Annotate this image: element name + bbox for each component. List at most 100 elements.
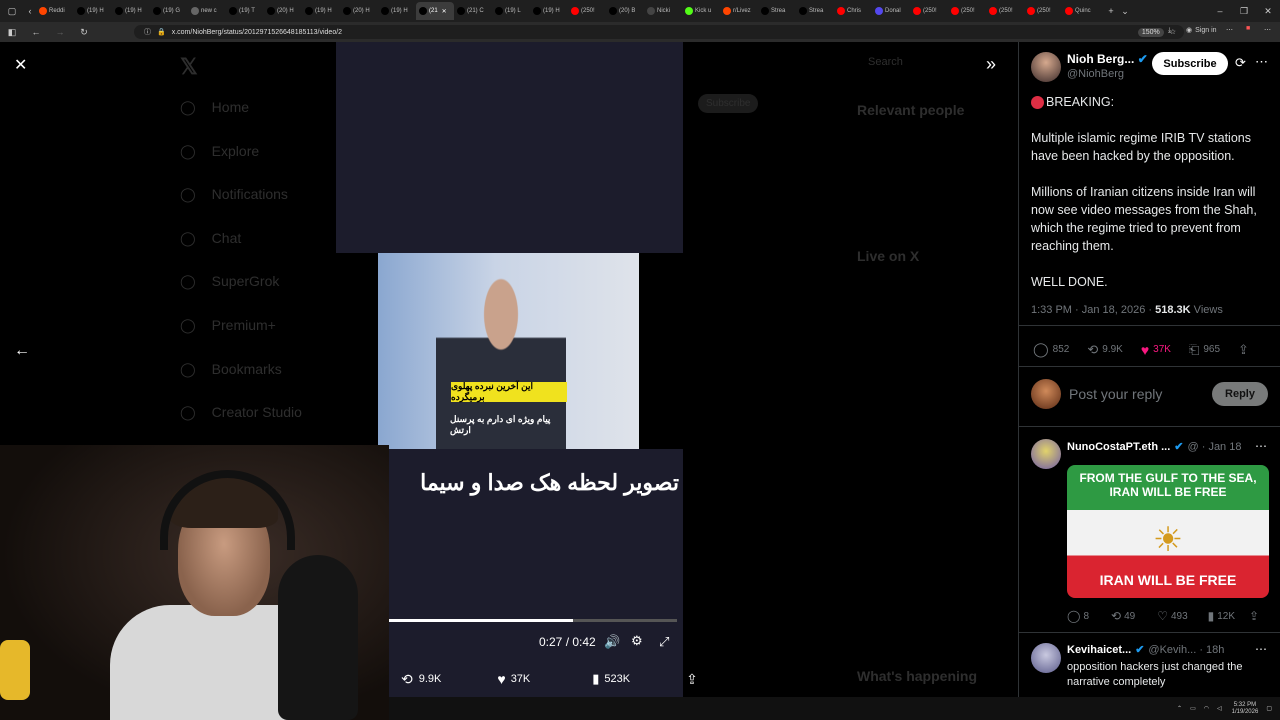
browser-menu-icon[interactable]: ⋯ <box>1264 26 1271 34</box>
reply-icon[interactable]: ◯ <box>1067 609 1080 623</box>
reply-stats-bar: ◯ 8 ⟲ 49 ♡ 493 ▮ 12K ⇪ <box>1067 609 1273 623</box>
forward-icon[interactable]: → <box>48 27 72 37</box>
browser-tab[interactable]: (20) H <box>340 2 378 20</box>
browser-tab[interactable]: new c <box>188 2 226 20</box>
tab-search-icon[interactable]: ⌄ <box>1118 6 1132 17</box>
browser-tab[interactable]: Kick u <box>682 2 720 20</box>
reply-button[interactable]: Reply <box>1212 382 1268 406</box>
network-icon[interactable]: ▭ <box>1190 705 1196 712</box>
volume-icon[interactable]: 🔊 <box>604 634 620 650</box>
reply-input[interactable]: Post your reply <box>1069 386 1162 402</box>
browser-tab-label: Nicki <box>657 8 670 14</box>
wifi-icon[interactable]: ◠ <box>1204 705 1209 712</box>
reload-icon[interactable]: ↻ <box>72 27 96 38</box>
reply-author-name[interactable]: Kevihaicet... <box>1067 644 1131 656</box>
reply-image[interactable]: FROM THE GULF TO THE SEA, IRAN WILL BE F… <box>1067 465 1269 598</box>
author-avatar[interactable] <box>1031 52 1061 82</box>
browser-tab[interactable]: (19) T <box>226 2 264 20</box>
restore-icon[interactable]: ❐ <box>1232 6 1256 17</box>
reply-author-name[interactable]: NunoCostaPT.eth ... <box>1067 441 1170 453</box>
browser-tab[interactable]: (20) B <box>606 2 644 20</box>
browser-tab[interactable]: Chris <box>834 2 872 20</box>
fullscreen-icon[interactable]: ⤢ <box>659 634 669 650</box>
browser-tab[interactable]: (19) H <box>112 2 150 20</box>
browser-tab[interactable]: (19) H <box>74 2 112 20</box>
browser-tab[interactable]: (250! <box>948 2 986 20</box>
browser-tab[interactable]: (19) H <box>302 2 340 20</box>
browser-tab[interactable]: Donal <box>872 2 910 20</box>
browser-tab-label: Quinc <box>1075 8 1091 14</box>
tab-scroll-left-icon[interactable]: ‹ <box>24 6 36 16</box>
more-options-icon[interactable]: ⋯ <box>1255 54 1268 70</box>
close-window-icon[interactable]: ✕ <box>1256 6 1280 17</box>
reply-avatar[interactable] <box>1031 643 1061 673</box>
new-tab-icon[interactable]: + <box>1104 6 1118 16</box>
extensions-icon[interactable]: ⋯ <box>1226 26 1233 34</box>
like-icon[interactable]: ♥ <box>497 671 505 687</box>
settings-gear-icon[interactable]: ⚙ <box>631 633 643 649</box>
reply-icon[interactable]: ◯ <box>1033 341 1049 358</box>
previous-media-icon[interactable]: ← <box>14 342 30 360</box>
retweet-icon[interactable]: ⟲ <box>1111 609 1121 623</box>
browser-tab[interactable]: (21 ✕ <box>416 2 454 20</box>
author-handle[interactable]: @NiohBerg <box>1067 68 1124 80</box>
browser-tab[interactable]: (21) C <box>454 2 492 20</box>
more-options-icon[interactable]: ⋯ <box>1255 439 1267 453</box>
youtube-icon <box>1027 7 1035 15</box>
browser-tab[interactable]: (250! <box>568 2 606 20</box>
close-viewer-icon[interactable]: ✕ <box>14 55 27 75</box>
browser-tab[interactable]: (250! <box>986 2 1024 20</box>
retweet-icon[interactable]: ⟲ <box>1087 342 1098 358</box>
share-icon[interactable]: ⇪ <box>1249 609 1259 623</box>
browser-tab[interactable]: (19) H <box>530 2 568 20</box>
background-nav-label: Bookmarks <box>211 360 282 377</box>
share-icon[interactable]: ⇪ <box>1238 342 1249 358</box>
url-bar[interactable]: ⓘ 🔒 x.com/NiohBerg/status/20129715266481… <box>134 25 1184 39</box>
tab-actions-icon[interactable]: ▢ <box>0 6 24 17</box>
views-icon[interactable]: ▮ <box>1208 609 1215 623</box>
browser-tab[interactable]: (20) H <box>264 2 302 20</box>
zoom-badge[interactable]: 150% <box>1137 27 1164 37</box>
tray-chevron-icon[interactable]: ⌃ <box>1177 705 1182 712</box>
browser-tab[interactable]: Strea <box>796 2 834 20</box>
clock[interactable]: 5:32 PM 1/19/2026 <box>1232 702 1259 716</box>
sign-in-button[interactable]: ◉ Sign in <box>1186 26 1217 35</box>
reply-avatar[interactable] <box>1031 439 1061 469</box>
browser-tab-label: (250! <box>581 8 595 14</box>
browser-tab[interactable]: Quinc <box>1062 2 1100 20</box>
browser-tab[interactable]: (19) H <box>378 2 416 20</box>
minimize-icon[interactable]: – <box>1208 6 1232 16</box>
volume-tray-icon[interactable]: ◁ <box>1217 705 1222 712</box>
video-top-band[interactable] <box>336 42 683 253</box>
browser-tab[interactable]: (250! <box>1024 2 1062 20</box>
browser-tab[interactable]: Nicki <box>644 2 682 20</box>
bookmark-icon[interactable]: ⎗ <box>1189 342 1199 358</box>
grok-icon[interactable]: ⟳ <box>1235 55 1246 71</box>
more-options-icon[interactable]: ⋯ <box>1255 642 1267 656</box>
like-icon[interactable]: ♡ <box>1157 609 1168 623</box>
browser-tab[interactable]: r/Livez <box>720 2 758 20</box>
tweet-timestamp[interactable]: 1:33 PM · Jan 18, 2026 · <box>1031 304 1155 316</box>
browser-tab[interactable]: (19) L <box>492 2 530 20</box>
browser-tab[interactable]: Reddi <box>36 2 74 20</box>
browser-tab[interactable]: Strea <box>758 2 796 20</box>
close-tab-icon[interactable]: ✕ <box>442 8 447 15</box>
share-icon[interactable]: ⇪ <box>686 671 698 688</box>
views-icon[interactable]: ▮ <box>592 671 599 687</box>
download-icon[interactable]: ⤓ <box>1168 27 1171 35</box>
retweet-icon[interactable]: ⟲ <box>401 671 413 688</box>
liked-heart-icon[interactable]: ♥ <box>1141 342 1149 358</box>
browser-tab[interactable]: (19) G <box>150 2 188 20</box>
sidebar-toggle-icon[interactable]: ◧ <box>0 27 24 38</box>
background-nav-label: Notifications <box>211 186 288 203</box>
x-icon <box>305 7 313 15</box>
browser-tab[interactable]: (250! <box>910 2 948 20</box>
author-name[interactable]: Nioh Berg... ✔ <box>1067 52 1148 66</box>
collapse-panel-icon[interactable]: » <box>986 54 996 75</box>
youtube-icon <box>837 7 845 15</box>
notifications-icon[interactable]: ▢ <box>1266 705 1272 712</box>
extension-badge-icon[interactable]: ■ <box>1246 25 1250 32</box>
back-icon[interactable]: ← <box>24 27 48 37</box>
site-info-icon[interactable]: ⓘ <box>144 27 151 37</box>
subscribe-button[interactable]: Subscribe <box>1152 52 1228 75</box>
